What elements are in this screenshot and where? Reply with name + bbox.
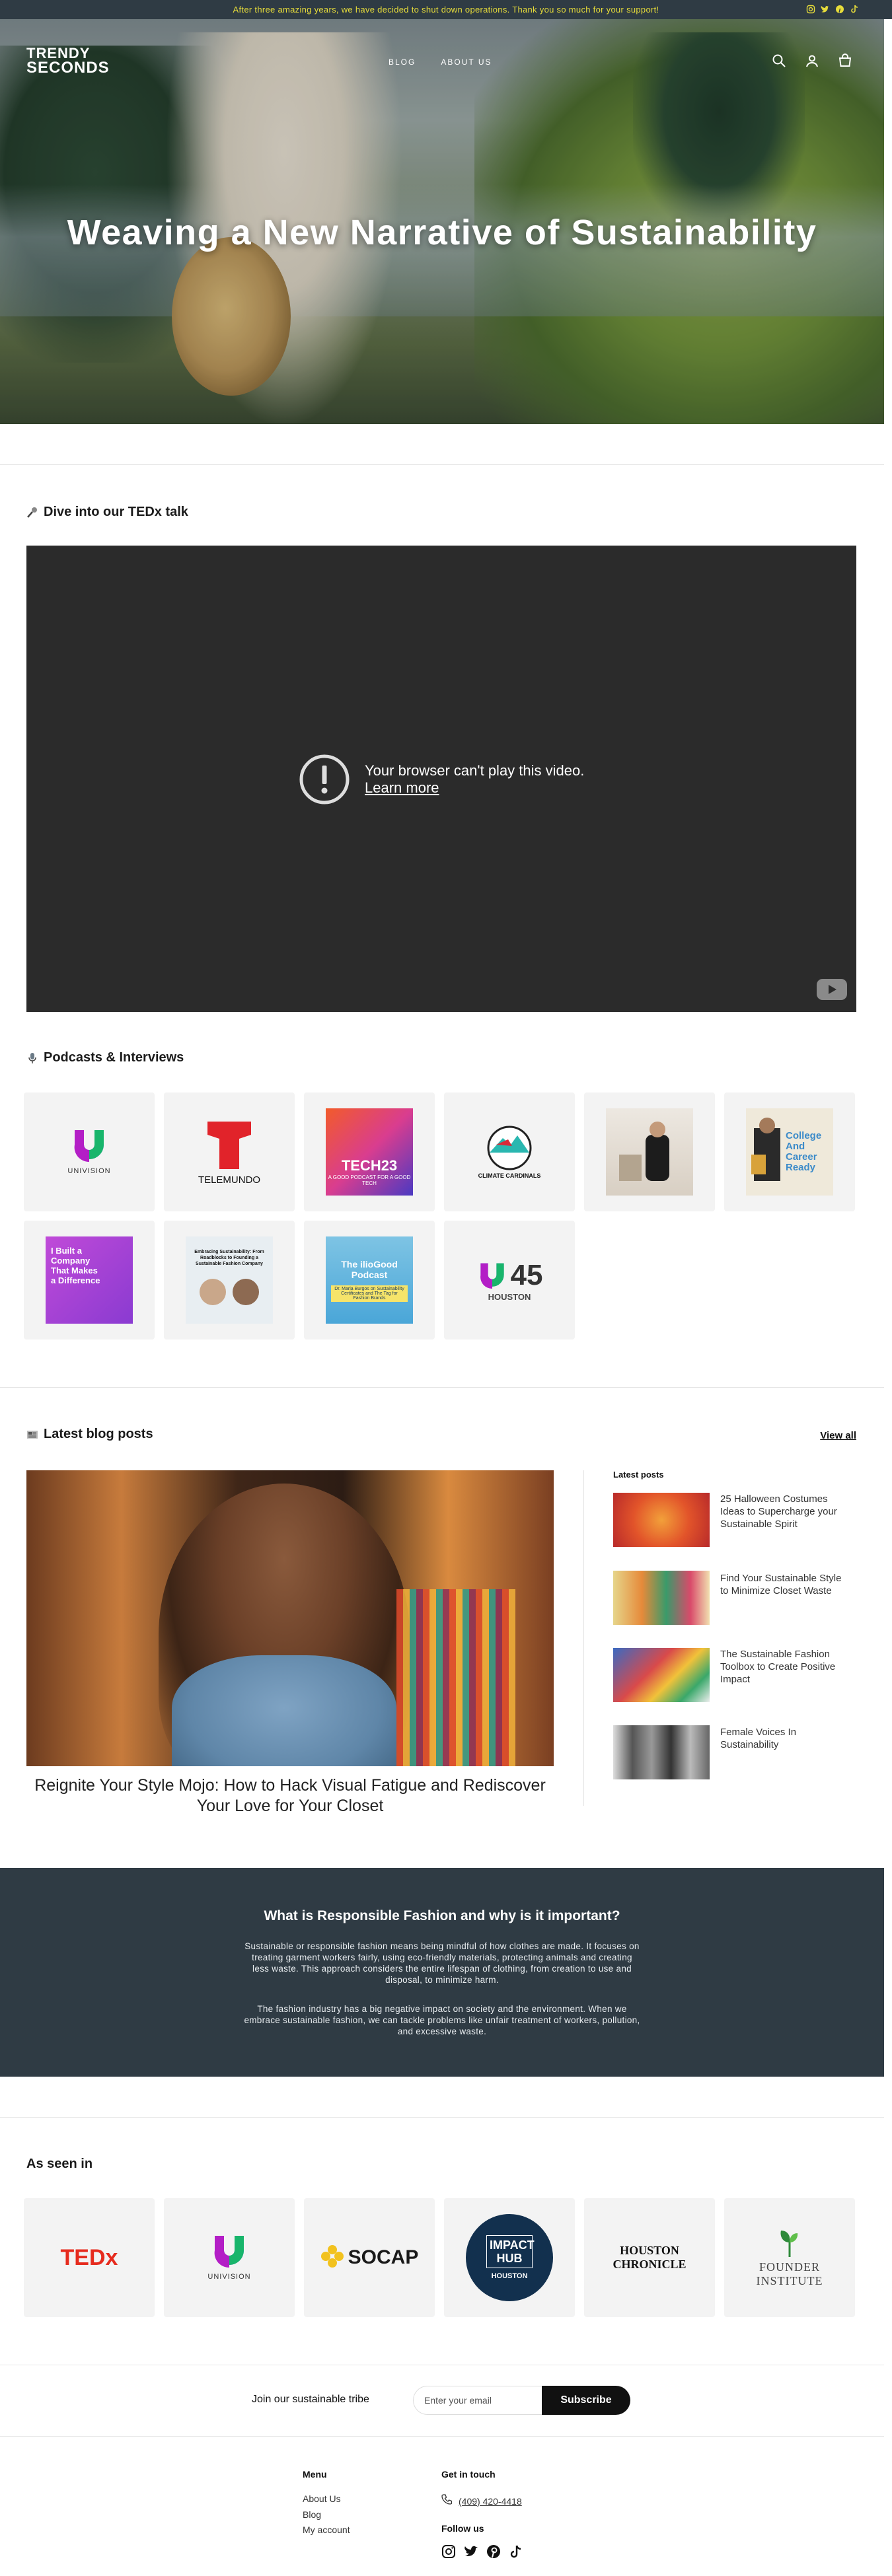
podcast-tile-college-career[interactable]: College And Career Ready xyxy=(724,1092,855,1211)
hero-title: Weaving a New Narrative of Sustainabilit… xyxy=(67,213,817,252)
featured-post-image[interactable] xyxy=(26,1470,554,1766)
responsible-heading: What is Responsible Fashion and why is i… xyxy=(264,1908,620,1923)
responsible-paragraph-2: The fashion industry has a big negative … xyxy=(244,2004,640,2036)
pinterest-icon[interactable] xyxy=(835,5,844,14)
video-error-message: Your browser can't play this video. xyxy=(365,762,585,779)
subscribe-button[interactable]: Subscribe xyxy=(542,2386,630,2415)
featured-post-title[interactable]: Reignite Your Style Mojo: How to Hack Vi… xyxy=(26,1775,554,1816)
instagram-icon[interactable] xyxy=(441,2544,456,2559)
seen-in-tile-impact-hub[interactable]: IMPACT HUB HOUSTON xyxy=(444,2198,575,2317)
twitter-icon[interactable] xyxy=(464,2544,478,2559)
tedx-video-player[interactable]: Your browser can't play this video. Lear… xyxy=(26,546,856,1012)
main-nav: BLOG ABOUT US xyxy=(389,57,492,67)
footer-contact-heading: Get in touch xyxy=(441,2469,496,2480)
youtube-icon[interactable] xyxy=(817,979,847,1000)
tiktok-icon[interactable] xyxy=(509,2544,523,2559)
podcast-tile-interview[interactable] xyxy=(584,1092,715,1211)
section-divider xyxy=(0,2436,884,2437)
blog-heading: Latest blog posts xyxy=(26,1427,153,1442)
seen-in-tile-houston-chronicle[interactable]: HOUSTON CHRONICLE xyxy=(584,2198,715,2317)
footer-link-about-us[interactable]: About Us xyxy=(303,2493,341,2504)
footer-link-my-account[interactable]: My account xyxy=(303,2524,350,2535)
footer-menu-heading: Menu xyxy=(303,2469,327,2480)
footer-follow-heading: Follow us xyxy=(441,2523,484,2534)
search-icon[interactable] xyxy=(772,54,786,68)
nav-about-us[interactable]: ABOUT US xyxy=(441,57,492,67)
view-all-link[interactable]: View all xyxy=(820,1430,856,1441)
podcast-tile-telemundo[interactable]: TELEMUNDO xyxy=(164,1092,295,1211)
section-divider xyxy=(0,1387,884,1388)
post-thumb-female-voices[interactable] xyxy=(613,1725,710,1779)
univision-label: UNIVISION xyxy=(67,1167,111,1175)
phone-icon xyxy=(441,2494,453,2508)
latest-posts-label: Latest posts xyxy=(613,1470,664,1480)
podcast-tile-iliogood[interactable]: The ilioGood Podcast Dr. Maria Burgos on… xyxy=(304,1221,435,1340)
post-thumb-sustainable-style[interactable] xyxy=(613,1571,710,1625)
hero-banner: TRENDY SECONDS BLOG ABOUT US Weaving a N… xyxy=(0,19,884,424)
section-divider xyxy=(0,464,884,465)
seen-in-tile-founder-institute[interactable]: FOUNDER INSTITUTE xyxy=(724,2198,855,2317)
responsible-fashion-section: What is Responsible Fashion and why is i… xyxy=(0,1868,884,2077)
error-icon xyxy=(299,754,350,805)
post-thumb-halloween[interactable] xyxy=(613,1493,710,1547)
nav-blog[interactable]: BLOG xyxy=(389,57,416,67)
studio-microphone-icon xyxy=(26,1052,38,1064)
footer-phone[interactable]: (409) 420-4418 xyxy=(441,2494,522,2508)
twitter-icon[interactable] xyxy=(821,5,830,14)
cart-icon[interactable] xyxy=(838,54,852,68)
microphone-icon xyxy=(26,507,38,519)
sprout-icon xyxy=(778,2228,801,2260)
pinterest-icon[interactable] xyxy=(486,2544,501,2559)
tedx-heading: Dive into our TEDx talk xyxy=(26,505,188,520)
responsible-paragraph-1: Sustainable or responsible fashion means… xyxy=(244,1941,640,1985)
announcement-bar: After three amazing years, we have decid… xyxy=(0,0,892,19)
socap-flower-icon xyxy=(320,2244,344,2272)
post-title-halloween[interactable]: 25 Halloween Costumes Ideas to Superchar… xyxy=(720,1493,852,1530)
account-icon[interactable] xyxy=(805,54,819,68)
podcast-tile-built-company[interactable]: I Built a Company That Makes a Differenc… xyxy=(24,1221,155,1340)
video-learn-more-link[interactable]: Learn more xyxy=(365,779,439,796)
podcast-tile-climate-cardinals[interactable]: CLIMATE CARDINALS xyxy=(444,1092,575,1211)
post-thumb-toolbox[interactable] xyxy=(613,1648,710,1702)
blog-divider xyxy=(583,1470,584,1806)
podcast-tile-univision-45[interactable]: 45 HOUSTON xyxy=(444,1221,575,1340)
announcement-text: After three amazing years, we have decid… xyxy=(233,5,659,15)
tiktok-icon[interactable] xyxy=(850,5,859,14)
post-title-sustainable-style[interactable]: Find Your Sustainable Style to Minimize … xyxy=(720,1572,852,1597)
footer-link-blog[interactable]: Blog xyxy=(303,2509,321,2520)
seen-in-tile-socap[interactable]: SOCAP xyxy=(304,2198,435,2317)
podcast-tile-univision[interactable]: UNIVISION xyxy=(24,1092,155,1211)
instagram-icon[interactable] xyxy=(806,5,815,14)
newsletter-email-input[interactable]: Enter your email xyxy=(413,2386,544,2415)
post-title-toolbox[interactable]: The Sustainable Fashion Toolbox to Creat… xyxy=(720,1648,852,1686)
podcast-tile-embracing-sustainability[interactable]: Embracing Sustainability: From Roadblock… xyxy=(164,1221,295,1340)
footer-social xyxy=(441,2544,523,2559)
post-title-female-voices[interactable]: Female Voices In Sustainability xyxy=(720,1726,852,1751)
seen-in-tile-univision[interactable]: UNIVISION xyxy=(164,2198,295,2317)
seen-in-heading: As seen in xyxy=(26,2157,93,2171)
video-error: Your browser can't play this video. Lear… xyxy=(299,754,584,805)
header-icons xyxy=(772,54,852,68)
site-logo[interactable]: TRENDY SECONDS xyxy=(26,46,110,76)
seen-in-tile-tedx[interactable]: TEDx xyxy=(24,2198,155,2317)
telemundo-label: TELEMUNDO xyxy=(198,1174,261,1186)
podcast-tile-tech23[interactable]: TECH23 A GOOD PODCAST FOR A GOOD TECH xyxy=(304,1092,435,1211)
tech23-label: TECH23 xyxy=(341,1157,398,1174)
newspaper-icon xyxy=(26,1429,38,1441)
section-divider xyxy=(0,2117,884,2118)
announcement-social xyxy=(806,5,859,14)
newsletter-label: Join our sustainable tribe xyxy=(252,2394,369,2405)
podcasts-heading: Podcasts & Interviews xyxy=(26,1050,184,1065)
